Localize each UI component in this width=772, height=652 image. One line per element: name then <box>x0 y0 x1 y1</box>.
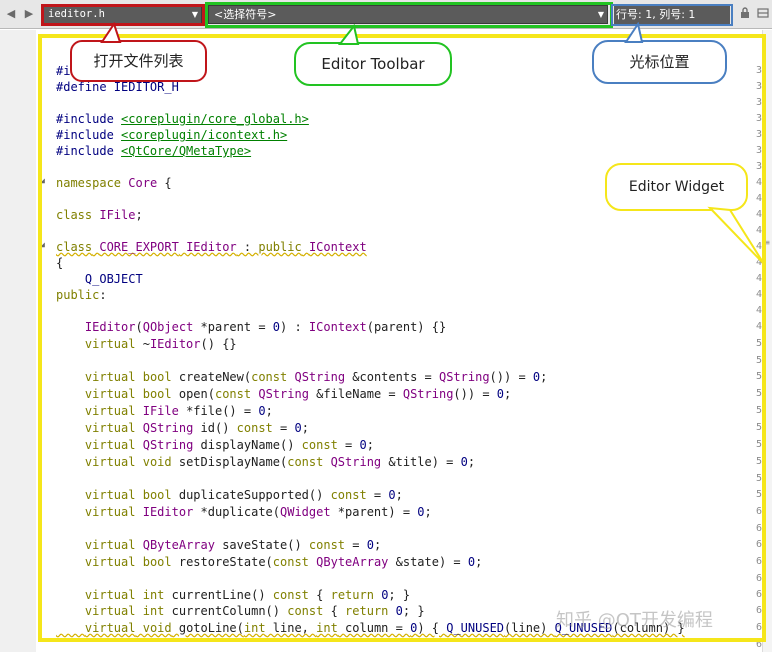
editor-widget-callout: Editor Widget <box>605 163 748 211</box>
code-line[interactable]: IEditor(QObject *parent = 0) : IContext(… <box>56 320 446 334</box>
code-line[interactable]: virtual QByteArray saveState() const = 0… <box>56 538 381 552</box>
chevron-down-icon: ▼ <box>597 10 604 19</box>
code-line[interactable]: public: <box>56 288 107 302</box>
code-line[interactable]: #include <coreplugin/core_global.h> <box>56 112 309 126</box>
fold-marker-icon[interactable]: ◢ <box>40 241 48 249</box>
file-list-callout-label: 打开文件列表 <box>93 52 184 70</box>
symbol-combo[interactable]: <选择符号> ▼ <box>208 5 608 24</box>
code-line[interactable]: virtual bool duplicateSupported() const … <box>56 488 403 502</box>
code-line[interactable]: class IFile; <box>56 208 143 222</box>
code-line[interactable]: virtual int currentColumn() const { retu… <box>56 604 425 618</box>
code-line[interactable]: virtual IFile *file() = 0; <box>56 404 273 418</box>
code-line[interactable]: #include <QtCore/QMetaType> <box>56 144 251 158</box>
file-list-combo[interactable]: ieditor.h ▼ <box>42 5 202 24</box>
editor-toolbar-callout: Editor Toolbar <box>294 42 452 86</box>
cursor-location-callout-label: 光标位置 <box>629 53 690 71</box>
code-line[interactable]: #include <coreplugin/icontext.h> <box>56 128 287 142</box>
editor-widget-callout-label: Editor Widget <box>628 179 725 195</box>
forward-arrow-icon[interactable]: ▶ <box>22 7 36 21</box>
code-line[interactable]: virtual void setDisplayName(const QStrin… <box>56 455 475 469</box>
code-line[interactable]: virtual int currentLine() const { return… <box>56 588 410 602</box>
line-number-gutter <box>0 30 36 652</box>
cursor-location-callout: 光标位置 <box>592 40 727 84</box>
scroll-handle[interactable]: ≡ <box>765 238 771 248</box>
cursor-position-label: 行号: 1, 列号: 1 <box>614 5 730 24</box>
code-line[interactable]: virtual bool createNew(const QString &co… <box>56 370 547 384</box>
fold-marker-icon[interactable]: ◢ <box>40 177 48 185</box>
symbol-combo-value: <选择符号> <box>214 8 277 21</box>
file-list-value: ieditor.h <box>48 8 105 20</box>
vertical-scrollbar[interactable]: ≡ <box>762 30 772 652</box>
code-line[interactable]: namespace Core { <box>56 176 172 190</box>
back-arrow-icon[interactable]: ◀ <box>4 7 18 21</box>
watermark: 知乎 @QT开发编程 <box>556 610 713 631</box>
code-line[interactable]: virtual ~IEditor() {} <box>56 337 237 351</box>
lock-icon[interactable] <box>738 7 752 21</box>
code-line[interactable]: class CORE_EXPORT IEditor : public ICont… <box>56 240 367 254</box>
editor-toolbar: ◀ ▶ ieditor.h ▼ <选择符号> ▼ 行号: 1, 列号: 1 <box>0 0 772 29</box>
chevron-down-icon: ▼ <box>191 10 198 19</box>
code-line[interactable]: virtual bool open(const QString &fileNam… <box>56 387 511 401</box>
file-list-callout: 打开文件列表 <box>70 40 207 82</box>
code-line[interactable]: virtual bool restoreState(const QByteArr… <box>56 555 482 569</box>
editor-toolbar-callout-label: Editor Toolbar <box>321 55 425 73</box>
code-line[interactable]: virtual IEditor *duplicate(QWidget *pare… <box>56 505 432 519</box>
code-line[interactable]: { <box>56 256 63 270</box>
split-icon[interactable] <box>756 7 770 21</box>
code-line[interactable]: virtual QString id() const = 0; <box>56 421 309 435</box>
code-line[interactable]: Q_OBJECT <box>56 272 143 286</box>
code-line[interactable]: #define IEDITOR_H <box>56 80 179 94</box>
code-line[interactable]: virtual QString displayName() const = 0; <box>56 438 374 452</box>
